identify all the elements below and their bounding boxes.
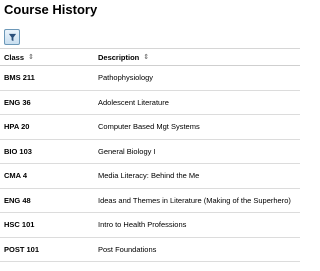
filter-button[interactable] xyxy=(4,29,20,45)
table-row: HPA 20 Computer Based Mgt Systems xyxy=(0,115,300,140)
table-header: Class ⇕ Description ⇕ xyxy=(0,49,300,66)
description-cell: Pathophysiology xyxy=(98,73,154,83)
description-cell: Post Foundations xyxy=(98,244,157,254)
description-cell: Adolescent Literature xyxy=(98,97,169,107)
table-row: BIO 103 General Biology I xyxy=(0,140,300,164)
column-header-description-label: Description xyxy=(98,52,140,62)
description-cell: Computer Based Mgt Systems xyxy=(98,122,200,132)
table-row: ENG 48 Ideas and Themes in Literature (M… xyxy=(0,189,300,213)
class-cell: ENG 36 xyxy=(4,97,31,107)
class-cell: HPA 20 xyxy=(4,122,30,132)
description-cell: Media Literacy: Behind the Me xyxy=(98,171,200,181)
class-cell: BIO 103 xyxy=(4,146,32,156)
class-cell: ENG 48 xyxy=(4,195,31,205)
sort-icon[interactable]: ⇕ xyxy=(143,53,149,61)
course-history-table: Class ⇕ Description ⇕ BMS 211 Pathophysi… xyxy=(0,48,300,262)
description-cell: Intro to Health Professions xyxy=(98,220,187,230)
table-row: ENG 36 Adolescent Literature xyxy=(0,91,300,115)
class-cell: POST 101 xyxy=(4,244,40,254)
column-header-description[interactable]: Description ⇕ xyxy=(98,49,298,65)
page-title: Course History xyxy=(4,2,98,17)
table-row: CMA 4 Media Literacy: Behind the Me xyxy=(0,164,300,189)
column-header-class[interactable]: Class ⇕ xyxy=(4,49,92,65)
class-cell: CMA 4 xyxy=(4,171,28,181)
table-row: HSC 101 Intro to Health Professions xyxy=(0,213,300,238)
column-header-class-label: Class xyxy=(4,52,25,62)
class-cell: HSC 101 xyxy=(4,220,35,230)
sort-icon[interactable]: ⇕ xyxy=(28,53,34,61)
class-cell: BMS 211 xyxy=(4,73,35,83)
filter-icon xyxy=(8,33,17,42)
description-cell: General Biology I xyxy=(98,146,156,156)
table-row: POST 101 Post Foundations xyxy=(0,238,300,262)
table-row: BMS 211 Pathophysiology xyxy=(0,66,300,91)
description-cell: Ideas and Themes in Literature (Making o… xyxy=(98,195,291,205)
